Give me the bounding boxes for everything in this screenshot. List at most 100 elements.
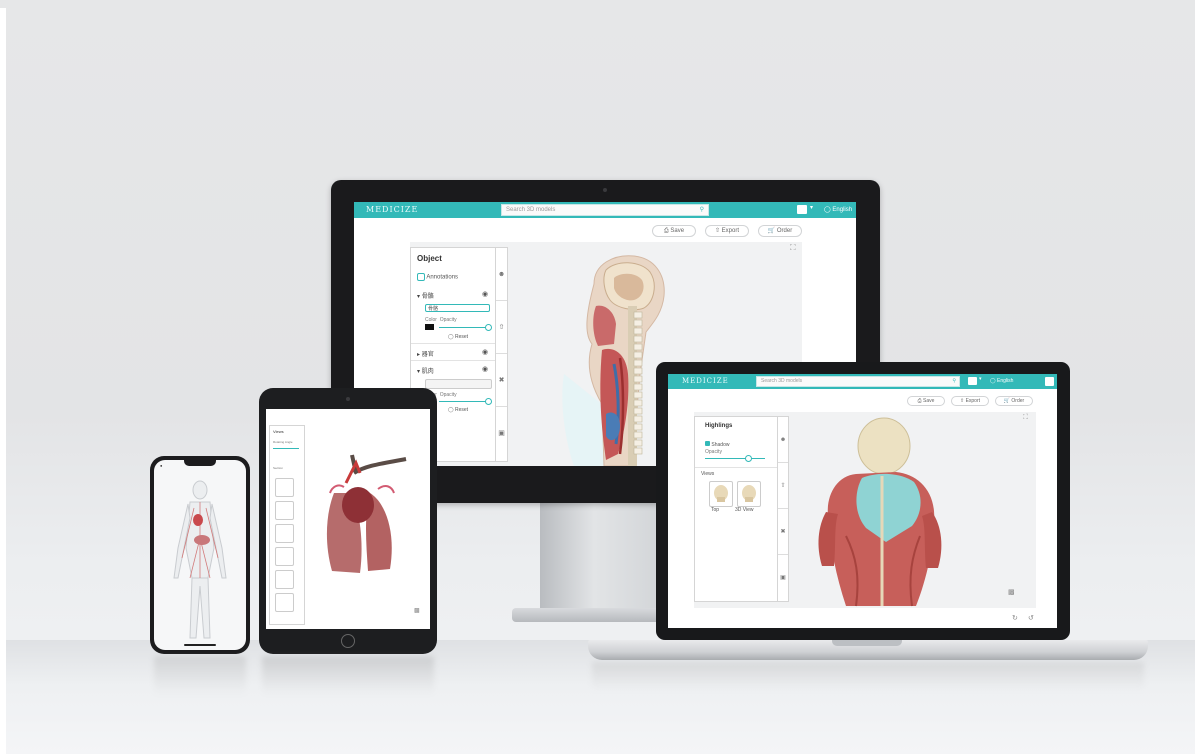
chevron-down-icon[interactable]: ▾	[810, 204, 813, 211]
panel-tabs: ☻ ⇧ ✖ ▣	[496, 247, 508, 462]
slider-thumb[interactable]	[485, 398, 492, 405]
search-icon[interactable]: ⚲	[700, 205, 704, 215]
image-border	[0, 8, 6, 754]
shadow-toggle[interactable]: Shadow	[705, 441, 729, 448]
reset-label: Reset	[455, 334, 469, 340]
view-thumb-top[interactable]	[709, 481, 733, 507]
eye-icon[interactable]: ◉	[482, 290, 488, 298]
chevron-down-icon[interactable]: ▾	[979, 376, 982, 382]
rotate-icon[interactable]: ↻	[1012, 614, 1018, 622]
color-label: Color	[425, 317, 437, 323]
search-input[interactable]: Search 3D models ⚲	[756, 376, 960, 387]
status-bar: ●	[160, 463, 163, 468]
anatomy-model-full-body[interactable]	[168, 478, 232, 646]
opacity-label: Opacity	[439, 317, 457, 323]
export-button[interactable]: ⇧ Export	[705, 225, 749, 237]
laptop-screen: MEDICIZE Search 3D models ⚲ ▾ ◯ English …	[668, 374, 1057, 628]
material-select[interactable]	[425, 379, 492, 389]
export-button[interactable]: ⇧ Export	[951, 396, 989, 406]
upload-icon[interactable]: ⇧	[496, 301, 507, 354]
language-switch[interactable]: ◯ English	[990, 378, 1013, 384]
save-button[interactable]: ⎙ Save	[907, 396, 945, 406]
eye-icon[interactable]: ◉	[482, 365, 488, 373]
save-button[interactable]: ⎙ Save	[652, 225, 696, 237]
phone-reflection	[154, 656, 246, 696]
highlights-panel: Highlings Shadow Opacity Views Top 3D Vi…	[694, 416, 778, 602]
rotate-slider[interactable]	[273, 448, 299, 449]
language-switch[interactable]: ◯ English	[824, 206, 852, 213]
person-icon[interactable]: ☻	[496, 248, 507, 301]
x-ray-icon[interactable]: ✖	[778, 509, 788, 555]
search-input[interactable]: Search 3D models ⚲	[501, 204, 709, 216]
view-thumb[interactable]	[275, 501, 294, 520]
group-row[interactable]: ▸ 器官	[417, 349, 434, 358]
laptop-topbar: MEDICIZE Search 3D models ⚲ ▾ ◯ English	[668, 374, 1057, 389]
account-icon[interactable]	[1045, 377, 1054, 386]
view-thumb[interactable]	[275, 547, 294, 566]
anatomy-model-heart-lungs[interactable]	[316, 453, 412, 579]
color-opacity-row: Color Opacity	[425, 317, 457, 323]
brand-logo[interactable]: MEDICIZE	[366, 205, 418, 214]
skull-icon	[742, 485, 756, 502]
opacity-slider[interactable]	[439, 401, 487, 402]
upload-icon[interactable]: ⇧	[778, 463, 788, 509]
view-thumb[interactable]	[275, 524, 294, 543]
view-label: Top	[711, 507, 720, 513]
export-label: Export	[965, 398, 981, 404]
reset-button[interactable]: ◯ Reset	[448, 407, 468, 413]
share-icon[interactable]: ↺	[1028, 614, 1034, 622]
home-indicator	[184, 644, 216, 646]
group-row[interactable]: ▾ 肌肉	[417, 366, 434, 375]
brand-logo[interactable]: MEDICIZE	[682, 377, 729, 385]
home-button[interactable]	[341, 634, 355, 648]
search-icon[interactable]: ⚲	[952, 377, 956, 386]
language-label: English	[997, 378, 1014, 384]
desktop-topbar: MEDICIZE Search 3D models ⚲ ▾ ◯ English	[354, 202, 856, 218]
opacity-slider[interactable]	[439, 327, 487, 328]
section-label: Section	[273, 466, 284, 470]
crop-icon[interactable]: ▣	[778, 555, 788, 601]
phone-screen: ●	[154, 460, 246, 650]
color-swatch[interactable]	[425, 324, 434, 330]
tablet-reflection	[262, 656, 434, 696]
divider	[695, 467, 777, 468]
group-row[interactable]: ▾ 骨骼	[417, 291, 434, 300]
crop-icon[interactable]: ▣	[496, 407, 507, 461]
group-label: 器官	[421, 352, 434, 358]
eye-icon[interactable]: ◉	[482, 348, 488, 356]
view-thumb-3d[interactable]	[737, 481, 761, 507]
divider	[411, 360, 495, 361]
search-placeholder: Search 3D models	[761, 378, 803, 384]
slider-thumb[interactable]	[485, 324, 492, 331]
user-icon[interactable]	[797, 205, 807, 214]
annotations-label: Annotations	[426, 274, 459, 281]
views-panel: Views Rotating Angle Section	[269, 425, 305, 625]
save-label: Save	[922, 398, 935, 404]
rotate-label: Rotating Angle	[273, 440, 293, 444]
reset-button[interactable]: ◯ Reset	[448, 334, 468, 340]
qr-code-icon[interactable]: ▩	[414, 607, 420, 614]
panel-title: Highlings	[705, 423, 733, 429]
fullscreen-icon[interactable]: ⛶	[1023, 414, 1028, 422]
fullscreen-icon[interactable]: ⛶	[790, 243, 796, 253]
user-icon[interactable]	[968, 377, 977, 385]
material-select[interactable]: 骨骼	[425, 304, 490, 312]
qr-code-icon[interactable]: ▩	[1008, 588, 1015, 596]
opacity-slider[interactable]	[705, 458, 765, 459]
panel-title: Object	[417, 254, 442, 263]
checkbox-icon[interactable]	[705, 441, 710, 446]
anatomy-model-back-muscles[interactable]	[816, 416, 946, 608]
person-icon[interactable]: ☻	[778, 417, 788, 463]
smartphone: ●	[150, 456, 250, 654]
view-thumb[interactable]	[275, 478, 294, 497]
x-ray-icon[interactable]: ✖	[496, 354, 507, 407]
order-button[interactable]: 🛒 Order	[995, 396, 1033, 406]
order-button[interactable]: 🛒 Order	[758, 225, 802, 237]
camera-dot	[346, 397, 350, 401]
view-thumb[interactable]	[275, 593, 294, 612]
annotations-toggle[interactable]: Annotations	[417, 273, 458, 281]
checkbox-icon[interactable]	[417, 273, 425, 281]
slider-thumb[interactable]	[745, 455, 752, 462]
view-thumb[interactable]	[275, 570, 294, 589]
tablet-screen: Views Rotating Angle Section ▩	[266, 409, 430, 629]
